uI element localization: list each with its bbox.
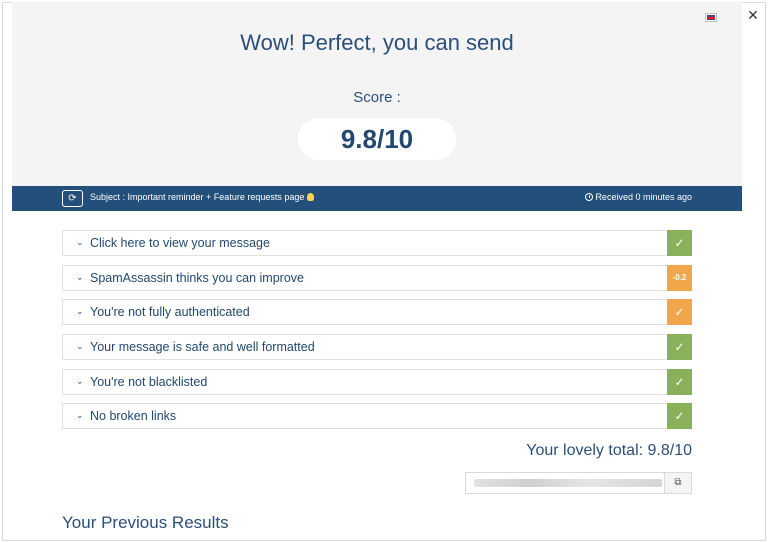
check-label: No broken links (90, 409, 177, 423)
refresh-button[interactable]: ⟳ (62, 190, 83, 207)
check-row-formatting[interactable]: ⌄ Your message is safe and well formatte… (62, 334, 692, 360)
copy-icon[interactable]: ⧉ (664, 473, 691, 493)
chevron-down-icon: ⌄ (76, 410, 84, 420)
check-label: You're not blacklisted (90, 375, 208, 389)
score-label: Score : (353, 89, 401, 106)
chevron-down-icon: ⌄ (76, 272, 84, 282)
redacted-link (474, 479, 662, 487)
lightbulb-icon (307, 193, 315, 201)
received-text: Received 0 minutes ago (595, 192, 692, 202)
check-icon: ✓ (667, 403, 692, 429)
score-badge: -0.2 (667, 265, 692, 291)
check-row-spamassassin[interactable]: ⌄ SpamAssassin thinks you can improve -0… (62, 265, 692, 291)
check-icon: ✓ (667, 230, 692, 256)
share-link-box: ⧉ (465, 472, 692, 494)
close-icon[interactable]: ✕ (746, 8, 760, 22)
check-label: Your message is safe and well formatted (90, 340, 315, 354)
chevron-down-icon: ⌄ (76, 237, 84, 247)
score-value: 9.8/10 (298, 118, 456, 160)
check-row-authentication[interactable]: ⌄ You're not fully authenticated ✓ (62, 299, 692, 325)
uk-flag-icon[interactable] (705, 13, 717, 22)
subject-bar: ⟳ Subject : Important reminder + Feature… (12, 186, 742, 211)
chevron-down-icon: ⌄ (76, 306, 84, 316)
total-score: Your lovely total: 9.8/10 (526, 442, 692, 459)
check-row-blacklist[interactable]: ⌄ You're not blacklisted ✓ (62, 369, 692, 395)
chevron-down-icon: ⌄ (76, 341, 84, 351)
clock-icon (585, 193, 594, 201)
check-icon: ✓ (667, 299, 692, 325)
chevron-down-icon: ⌄ (76, 376, 84, 386)
check-label: You're not fully authenticated (90, 305, 250, 319)
check-label: SpamAssassin thinks you can improve (90, 271, 304, 285)
page-title: Wow! Perfect, you can send (240, 30, 514, 55)
check-icon: ✓ (667, 334, 692, 360)
check-icon: ✓ (667, 369, 692, 395)
score-header: Wow! Perfect, you can send Score : 9.8/1… (12, 2, 742, 186)
previous-results-heading: Your Previous Results (62, 513, 229, 532)
check-row-broken-links[interactable]: ⌄ No broken links ✓ (62, 403, 692, 429)
check-label: Click here to view your message (90, 236, 270, 250)
subject-line: Subject : Important reminder + Feature r… (90, 192, 315, 202)
check-row-view-message[interactable]: ⌄ Click here to view your message ✓ (62, 230, 692, 256)
share-link-field[interactable] (466, 473, 664, 493)
received-time: Received 0 minutes ago (585, 192, 692, 202)
subject-text: Subject : Important reminder + Feature r… (90, 192, 305, 202)
